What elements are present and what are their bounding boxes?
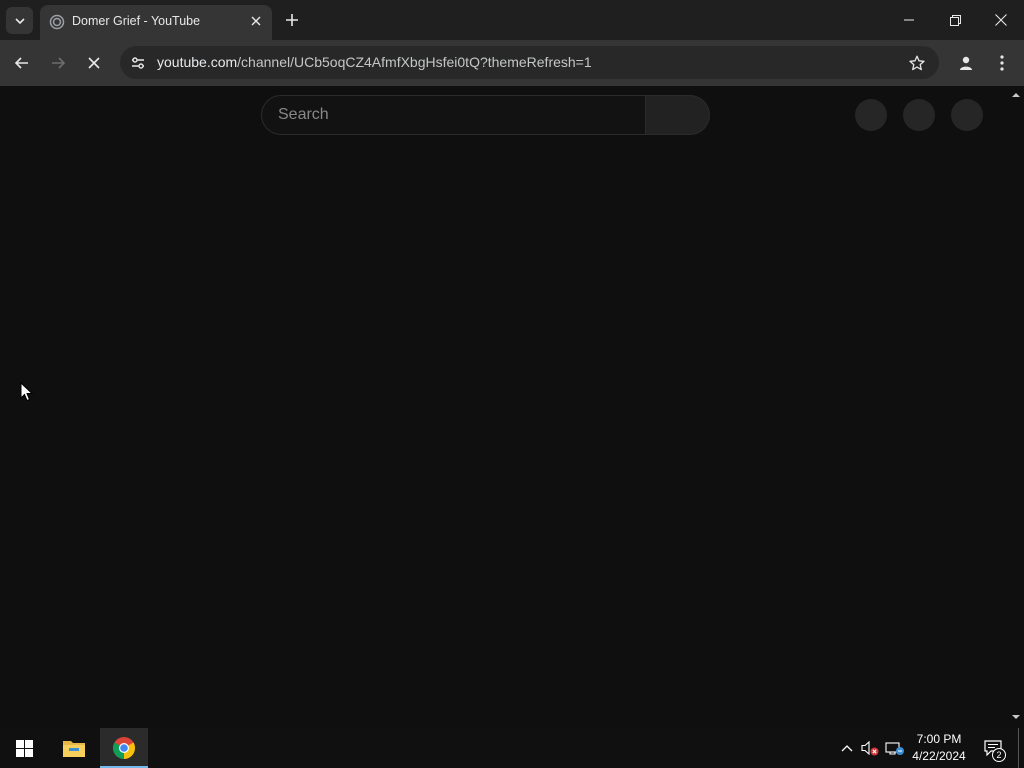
volume-button[interactable] xyxy=(859,728,881,768)
start-button[interactable] xyxy=(0,728,48,768)
system-clock[interactable]: 7:00 PM 4/22/2024 xyxy=(906,731,972,765)
close-icon xyxy=(251,16,261,26)
url-host: youtube.com xyxy=(157,54,238,70)
windows-logo-icon xyxy=(15,739,33,757)
url-path: /channel/UCb5oqCZ4AfmfXbgHsfei0tQ?themeR… xyxy=(237,54,592,70)
loading-spinner-icon xyxy=(49,14,65,30)
tab-title: Domer Grief - YouTube xyxy=(72,14,201,28)
file-explorer-button[interactable] xyxy=(50,728,98,768)
youtube-page xyxy=(0,86,1024,728)
scroll-down-arrow-icon[interactable] xyxy=(1011,712,1021,722)
restore-button[interactable] xyxy=(932,0,978,40)
network-button[interactable] xyxy=(883,728,907,768)
notification-count-badge: 2 xyxy=(992,748,1006,762)
profile-button[interactable] xyxy=(951,48,981,78)
create-button-placeholder[interactable] xyxy=(855,99,887,131)
tab-strip: Domer Grief - YouTube xyxy=(0,0,1024,40)
clock-date: 4/22/2024 xyxy=(912,749,966,763)
notifications-button-placeholder[interactable] xyxy=(903,99,935,131)
network-icon xyxy=(885,742,904,755)
show-hidden-icons-button[interactable] xyxy=(836,728,858,768)
person-icon xyxy=(960,56,972,70)
show-desktop-divider[interactable] xyxy=(1018,728,1019,768)
scroll-up-arrow-icon[interactable] xyxy=(1011,90,1021,100)
address-bar[interactable]: youtube.com/channel/UCb5oqCZ4AfmfXbgHsfe… xyxy=(120,46,939,79)
arrow-right-icon xyxy=(52,57,66,69)
minimize-icon xyxy=(904,19,914,21)
mouse-pointer-icon xyxy=(20,382,34,402)
avatar-placeholder[interactable] xyxy=(951,99,983,131)
restore-icon xyxy=(949,14,961,26)
browser-toolbar: youtube.com/channel/UCb5oqCZ4AfmfXbgHsfe… xyxy=(0,40,1024,86)
site-info-button[interactable] xyxy=(126,51,150,75)
url-text[interactable]: youtube.com/channel/UCb5oqCZ4AfmfXbgHsfe… xyxy=(157,54,592,70)
chrome-icon xyxy=(113,737,135,759)
back-button[interactable] xyxy=(7,48,37,78)
menu-button[interactable] xyxy=(987,48,1017,78)
close-icon xyxy=(88,57,100,69)
star-icon xyxy=(909,55,925,71)
arrow-left-icon xyxy=(14,57,28,69)
close-icon xyxy=(995,14,1007,26)
windows-taskbar: 7:00 PM 4/22/2024 2 xyxy=(0,728,1024,768)
active-tab[interactable]: Domer Grief - YouTube xyxy=(40,5,272,40)
volume-muted-icon xyxy=(861,740,879,756)
search-input[interactable] xyxy=(278,106,618,124)
folder-icon xyxy=(63,741,85,757)
tab-close-button[interactable] xyxy=(246,11,266,31)
clock-time: 7:00 PM xyxy=(916,732,962,746)
tune-icon xyxy=(132,57,144,69)
chrome-taskbar-button[interactable] xyxy=(100,728,148,768)
plus-icon xyxy=(286,14,298,26)
chevron-down-icon xyxy=(14,17,25,24)
window-close-button[interactable] xyxy=(978,0,1024,40)
bookmark-button[interactable] xyxy=(905,51,929,75)
search-button[interactable] xyxy=(646,95,710,135)
forward-button[interactable] xyxy=(43,48,73,78)
search-box[interactable] xyxy=(261,95,646,135)
stop-loading-button[interactable] xyxy=(79,48,109,78)
action-center-button[interactable]: 2 xyxy=(978,728,1008,768)
minimize-button[interactable] xyxy=(886,0,932,40)
tab-search-button[interactable] xyxy=(6,7,33,34)
chevron-up-icon xyxy=(841,745,853,752)
more-vertical-icon xyxy=(1000,55,1004,71)
new-tab-button[interactable] xyxy=(280,8,304,32)
